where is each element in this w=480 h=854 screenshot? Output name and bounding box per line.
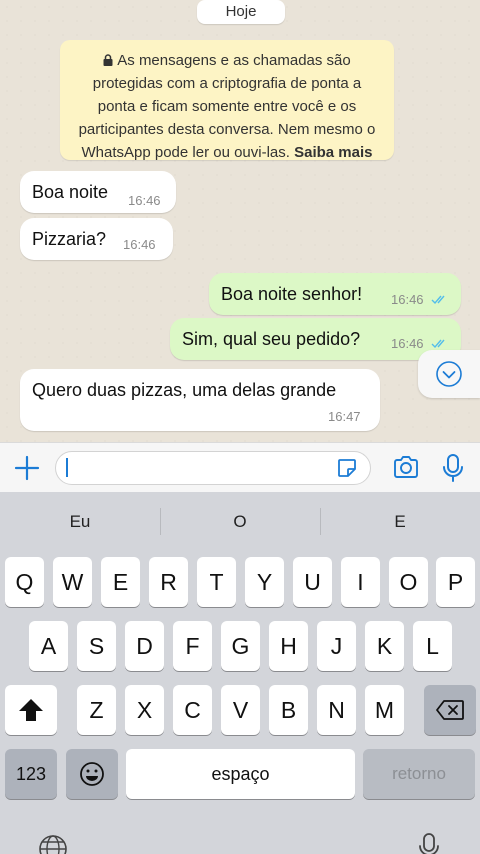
key-r[interactable]: R — [149, 557, 188, 607]
key-e[interactable]: E — [101, 557, 140, 607]
message-bubble-incoming[interactable]: Pizzaria? 16:46 — [20, 218, 173, 260]
key-h[interactable]: H — [269, 621, 308, 671]
camera-icon[interactable] — [392, 455, 420, 479]
key-s[interactable]: S — [77, 621, 116, 671]
plus-icon[interactable] — [14, 455, 40, 481]
suggestion-bar: Eu O E — [0, 492, 480, 550]
key-n[interactable]: N — [317, 685, 356, 735]
key-z[interactable]: Z — [77, 685, 116, 735]
shift-key[interactable] — [5, 685, 57, 735]
key-p[interactable]: P — [436, 557, 475, 607]
message-text: Sim, qual seu pedido? — [182, 329, 361, 349]
message-bubble-incoming[interactable]: Quero duas pizzas, uma delas grande 16:4… — [20, 369, 380, 431]
message-time: 16:47 — [328, 409, 361, 424]
chat-area[interactable]: Hoje As mensagens e as chamadas são prot… — [0, 0, 480, 442]
message-bubble-outgoing[interactable]: Sim, qual seu pedido? 16:46 — [170, 318, 461, 360]
scroll-to-bottom-button[interactable] — [418, 350, 480, 398]
message-text: Pizzaria? — [32, 229, 107, 249]
message-time: 16:46 — [123, 237, 156, 252]
message-text: Boa noite senhor! — [221, 284, 363, 304]
key-w[interactable]: W — [53, 557, 92, 607]
key-d[interactable]: D — [125, 621, 164, 671]
key-q[interactable]: Q — [5, 557, 44, 607]
key-j[interactable]: J — [317, 621, 356, 671]
key-o[interactable]: O — [389, 557, 428, 607]
message-input[interactable] — [55, 451, 371, 485]
message-bubble-incoming[interactable]: Boa noite 16:46 — [20, 171, 176, 213]
key-b[interactable]: B — [269, 685, 308, 735]
key-g[interactable]: G — [221, 621, 260, 671]
message-time: 16:46 — [128, 193, 161, 208]
suggestion-item[interactable]: E — [320, 512, 480, 532]
sticker-icon[interactable] — [336, 457, 358, 479]
numbers-key[interactable]: 123 — [5, 749, 57, 799]
message-text: Boa noite — [32, 182, 109, 202]
key-c[interactable]: C — [173, 685, 212, 735]
dictation-icon[interactable] — [418, 832, 440, 854]
lock-icon — [103, 54, 113, 66]
chevron-down-icon — [436, 361, 462, 387]
backspace-icon — [436, 700, 464, 720]
key-l[interactable]: L — [413, 621, 452, 671]
backspace-key[interactable] — [424, 685, 476, 735]
suggestion-item[interactable]: Eu — [0, 512, 160, 532]
key-k[interactable]: K — [365, 621, 404, 671]
space-key[interactable]: espaço — [126, 749, 355, 799]
key-f[interactable]: F — [173, 621, 212, 671]
message-time: 16:46 — [391, 292, 424, 307]
key-x[interactable]: X — [125, 685, 164, 735]
keyboard: Eu O E Q W E R T Y U I O P A S D F G H J… — [0, 492, 480, 854]
message-text: Quero duas pizzas, uma delas grande — [32, 380, 337, 400]
key-m[interactable]: M — [365, 685, 404, 735]
suggestion-item[interactable]: O — [160, 512, 320, 532]
date-separator: Hoje — [197, 0, 285, 24]
learn-more-link[interactable]: Saiba mais — [294, 144, 372, 161]
key-t[interactable]: T — [197, 557, 236, 607]
encryption-notice[interactable]: As mensagens e as chamadas são protegida… — [60, 40, 394, 161]
message-input-bar — [0, 442, 480, 492]
microphone-icon[interactable] — [442, 453, 464, 483]
emoji-key[interactable] — [66, 749, 118, 799]
return-key[interactable]: retorno — [363, 749, 475, 799]
key-i[interactable]: I — [341, 557, 380, 607]
key-a[interactable]: A — [29, 621, 68, 671]
key-y[interactable]: Y — [245, 557, 284, 607]
emoji-icon — [80, 762, 104, 786]
key-u[interactable]: U — [293, 557, 332, 607]
key-v[interactable]: V — [221, 685, 260, 735]
read-ticks-icon — [431, 295, 445, 305]
text-cursor — [66, 458, 68, 477]
message-time: 16:46 — [391, 336, 424, 351]
shift-icon — [19, 699, 43, 721]
read-ticks-icon — [431, 339, 445, 349]
message-bubble-outgoing[interactable]: Boa noite senhor! 16:46 — [209, 273, 461, 315]
globe-icon[interactable] — [38, 834, 68, 854]
